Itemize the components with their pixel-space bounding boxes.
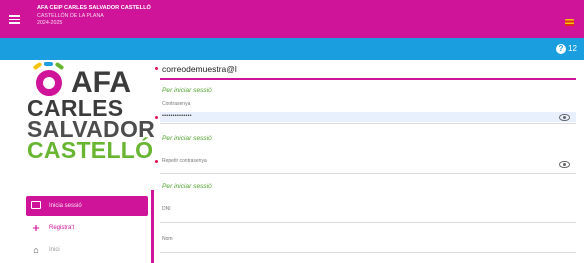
dni-field[interactable] [160,222,576,223]
sidebar-item-label: Inici [49,247,60,253]
email-input[interactable]: correodemuestra@l [162,64,237,74]
spain-flag-icon[interactable] [565,19,574,26]
dni-label: DNI [162,206,171,212]
help-icon[interactable]: ? [556,44,566,54]
add-user-icon: ➕︎ [32,223,40,233]
app-title: AFA CEIP CARLES SALVADOR CASTELLÓ [37,5,151,11]
sidebar-menu: Inicia sessió ➕︎ Registra't ⌂ Inici [26,196,148,262]
app-header: AFA CEIP CARLES SALVADOR CASTELLÓ CASTEL… [0,0,584,38]
eye-icon[interactable] [559,114,570,121]
logo-line-castello: CASTELLÓ [27,137,154,163]
app-subtitle-year: 2024-2025 [37,20,63,26]
sidebar-item-home[interactable]: ⌂ Inici [26,240,148,260]
repeat-password-label: Repetir contrasenya [162,158,207,164]
app-subtitle-city: CASTELLÓN DE LA PLANA [37,13,104,19]
sidebar-item-label: Registra't [49,225,75,231]
sidebar-divider [151,190,154,263]
sidebar-item-label: Inicia sessió [49,203,82,209]
email-hint: Per iniciar sessió [162,87,212,94]
required-marker [155,116,158,119]
name-label: Nom [162,236,173,242]
menu-icon[interactable] [9,15,20,24]
repeat-password-hint: Per iniciar sessió [162,183,212,190]
password-hint: Per iniciar sessió [162,135,212,142]
login-icon [30,201,42,211]
name-field[interactable] [160,252,576,253]
email-underline [160,78,576,80]
help-count: 12 [568,44,577,53]
home-icon: ⌂ [33,245,39,255]
required-marker [155,160,158,163]
required-marker [155,67,158,70]
password-label: Contrasenya [162,101,191,107]
repeat-password-field[interactable] [160,173,576,174]
password-field[interactable]: •••••••••••••• [160,112,576,122]
password-underline [160,123,576,124]
sidebar-item-register[interactable]: ➕︎ Registra't [26,218,148,238]
sidebar-item-login[interactable]: Inicia sessió [26,196,148,216]
logo-o-icon [36,70,62,96]
eye-icon[interactable] [559,161,570,168]
afa-logo: AFA CARLES SALVADOR CASTELLÓ [27,61,155,163]
password-input[interactable]: •••••••••••••• [162,113,192,119]
logo-afa-text: AFA [71,66,131,99]
toolbar [0,38,584,60]
